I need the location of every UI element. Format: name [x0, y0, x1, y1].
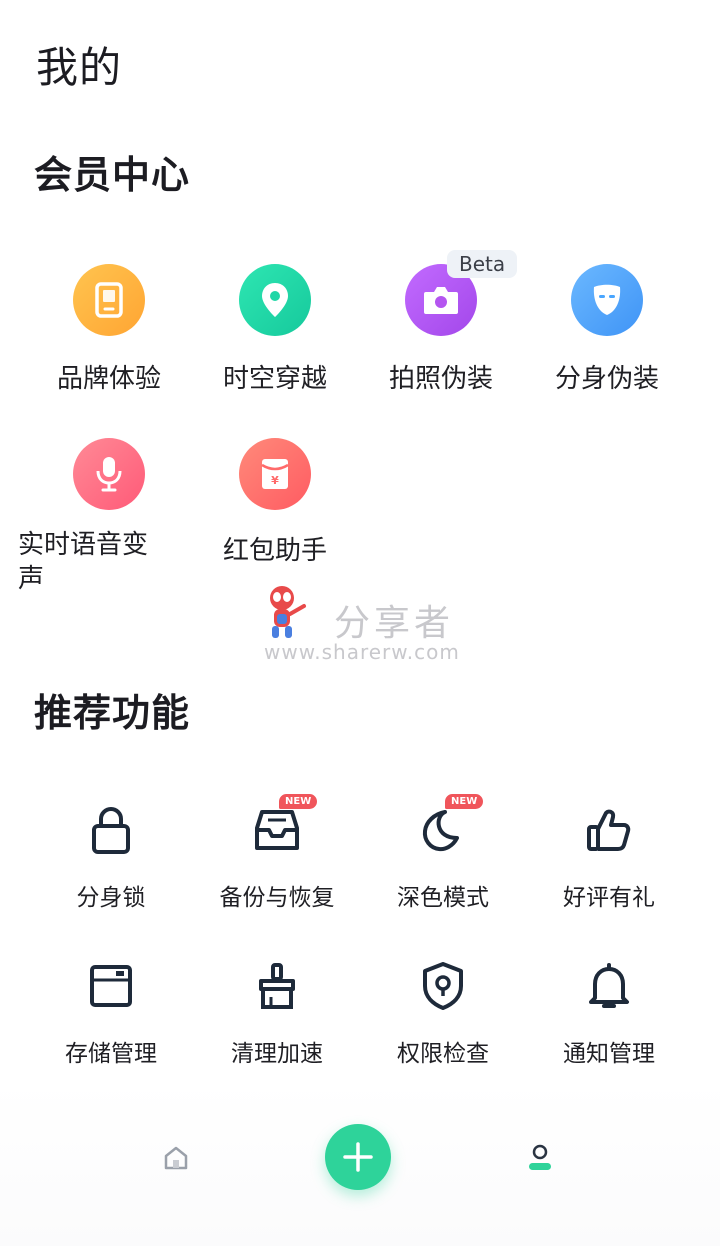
- member-item-voice-changer[interactable]: 实时语音变声: [18, 438, 192, 596]
- plus-icon: [343, 1142, 373, 1172]
- feature-item-dark-mode[interactable]: NEW 深色模式: [360, 794, 526, 912]
- watermark: 分享者 www.sharerw.com: [262, 584, 472, 664]
- mascot-icon: [270, 586, 306, 638]
- member-label: 拍照伪装: [388, 364, 493, 394]
- feature-label: 备份与恢复: [219, 885, 335, 911]
- member-item-photo-disguise[interactable]: 拍照伪装: [358, 264, 524, 395]
- broom-icon: [249, 958, 305, 1014]
- member-label: 分身伪装: [554, 364, 659, 394]
- feature-label: 清理加速: [231, 1041, 323, 1067]
- beta-badge: Beta: [447, 250, 518, 278]
- microphone-icon: [73, 438, 145, 510]
- moon-icon: NEW: [415, 794, 484, 858]
- feature-label: 好评有礼: [563, 885, 655, 911]
- feature-item-backup-restore[interactable]: NEW 备份与恢复: [194, 794, 360, 912]
- feature-label: 通知管理: [563, 1041, 655, 1067]
- member-item-red-envelope[interactable]: ¥ 红包助手: [192, 438, 358, 567]
- member-label: 实时语音变声: [18, 530, 149, 594]
- feature-item-storage[interactable]: 存储管理: [28, 958, 194, 1068]
- feature-item-clean-speedup[interactable]: 清理加速: [194, 958, 360, 1068]
- new-badge: NEW: [445, 794, 484, 809]
- add-button[interactable]: [325, 1124, 391, 1190]
- member-item-time-travel[interactable]: 时空穿越: [192, 264, 358, 395]
- profile-icon[interactable]: [527, 1144, 553, 1172]
- red-envelope-icon: ¥: [239, 438, 311, 510]
- feature-label: 分身锁: [76, 885, 146, 911]
- watermark-url: www.sharerw.com: [264, 640, 460, 664]
- location-pin-icon: [239, 264, 311, 336]
- storage-box-icon: [83, 958, 139, 1014]
- feature-item-clone-lock[interactable]: 分身锁: [28, 802, 194, 912]
- page-title: 我的: [36, 43, 123, 92]
- member-label: 时空穿越: [222, 364, 327, 394]
- thumbs-up-icon: [581, 802, 637, 858]
- shield-pin-icon: [415, 958, 471, 1014]
- phone-icon: [73, 264, 145, 336]
- inbox-backup-icon: NEW: [249, 794, 318, 858]
- lock-icon: [83, 802, 139, 858]
- svg-text:¥: ¥: [271, 474, 279, 487]
- feature-label: 权限检查: [397, 1041, 489, 1067]
- member-label: 品牌体验: [56, 364, 161, 394]
- feature-item-review-gift[interactable]: 好评有礼: [526, 802, 692, 912]
- feature-item-notification[interactable]: 通知管理: [526, 958, 692, 1068]
- member-item-brand-experience[interactable]: 品牌体验: [26, 264, 192, 395]
- feature-label: 深色模式: [397, 885, 489, 911]
- mask-icon: [571, 264, 643, 336]
- recommended-title: 推荐功能: [34, 691, 191, 735]
- feature-item-permission-check[interactable]: 权限检查: [360, 958, 526, 1068]
- new-badge: NEW: [279, 794, 318, 809]
- bell-icon: [581, 958, 637, 1014]
- watermark-text: 分享者: [334, 603, 455, 644]
- member-item-clone-disguise[interactable]: 分身伪装: [524, 264, 690, 395]
- member-label: 红包助手: [222, 536, 327, 566]
- member-center-title: 会员中心: [34, 153, 191, 197]
- home-icon[interactable]: [163, 1145, 189, 1171]
- feature-label: 存储管理: [65, 1041, 157, 1067]
